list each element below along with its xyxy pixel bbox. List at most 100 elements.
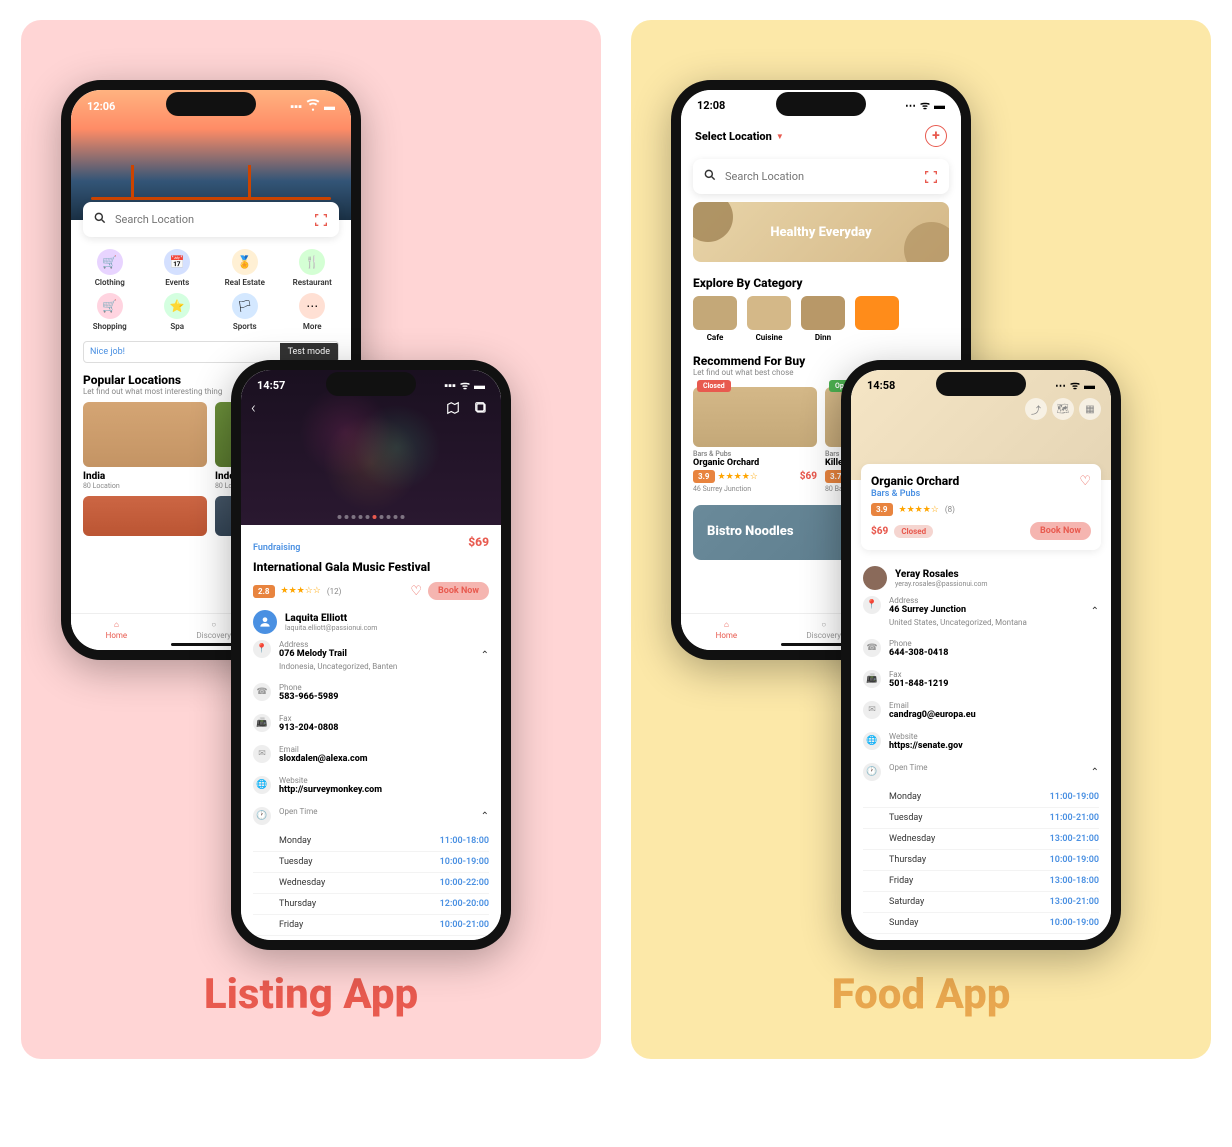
hours-row: Monday11:00-18:00 xyxy=(253,831,489,852)
review-count: (12) xyxy=(327,587,342,596)
detail-category: Fundraising xyxy=(253,543,300,553)
category-item[interactable]: 🍴Restaurant xyxy=(282,249,344,287)
hours-row: Monday11:00-19:00 xyxy=(863,787,1099,808)
book-now-button[interactable]: Book Now xyxy=(428,582,489,600)
tab-home[interactable]: ⌂Home xyxy=(716,620,738,640)
globe-icon: 🌐 xyxy=(253,776,271,794)
tab-discovery[interactable]: ○Discovery xyxy=(196,620,231,640)
book-now-button[interactable]: Book Now xyxy=(1030,522,1091,540)
search-input[interactable] xyxy=(725,170,915,183)
rating-badge: 3.9 xyxy=(871,503,893,516)
website-value: http://surveymonkey.com xyxy=(279,785,382,795)
chevron-up-icon[interactable]: ⌃ xyxy=(481,811,489,822)
select-location-button[interactable]: Select Location ▼ xyxy=(695,130,784,143)
pin-icon: 📍 xyxy=(253,640,271,658)
search-bar[interactable] xyxy=(693,159,949,194)
hours-row: Thursday10:00-19:00 xyxy=(863,850,1099,871)
back-button[interactable]: ‹ xyxy=(251,398,256,417)
food-app-card: 12:08 ⋯ ᯤ ▬ Select Location ▼ + xyxy=(631,20,1211,1059)
hours-row: Wednesday10:00-22:00 xyxy=(253,873,489,894)
fax-value: 913-204-0808 xyxy=(279,723,339,733)
fax-icon: 📠 xyxy=(863,670,881,688)
category-item[interactable]: 📅Events xyxy=(147,249,209,287)
author-name: Laquita Elliott xyxy=(285,613,377,624)
phone-listing-detail: 14:57 ➤ ▪▪▪ ᯤ ▬ ‹ xyxy=(231,360,511,950)
author-name: Yeray Rosales xyxy=(895,569,988,580)
food-title: Organic Orchard xyxy=(871,474,959,488)
author-avatar[interactable] xyxy=(863,566,887,590)
add-button[interactable]: + xyxy=(925,125,947,147)
star-icons: ★★★★☆ xyxy=(899,505,939,515)
category-item[interactable]: ⭐Spa xyxy=(147,293,209,331)
chevron-up-icon[interactable]: ⌃ xyxy=(1091,767,1099,778)
promo-banner[interactable]: Healthy Everyday xyxy=(693,202,949,262)
rating-badge: 2.8 xyxy=(253,585,275,598)
chevron-up-icon[interactable]: ⌃ xyxy=(481,650,489,661)
scan-icon[interactable] xyxy=(923,169,939,185)
location-thumb[interactable] xyxy=(83,496,207,536)
pin-icon: 📍 xyxy=(863,596,881,614)
gallery-icon[interactable] xyxy=(471,398,491,418)
explore-title: Explore By Category xyxy=(681,270,961,290)
recommend-card[interactable]: ClosedBars & PubsOrganic Orchard3.9★★★★☆… xyxy=(693,387,817,493)
category-item[interactable]: 🏳Sports xyxy=(214,293,276,331)
author-email: yeray.rosales@passionui.com xyxy=(895,580,988,588)
search-bar[interactable] xyxy=(83,202,339,237)
hours-row: Friday13:00-18:00 xyxy=(863,871,1099,892)
hours-row: Friday10:00-21:00 xyxy=(253,915,489,936)
food-category-row: CafeCuisineDinn xyxy=(681,290,961,348)
phone-food-detail: 14:58 ➤ ⋯ ᯤ ▬ ⤴ 🗺 ▦ xyxy=(841,360,1121,950)
card-title-listing: Listing App xyxy=(51,970,571,1019)
fax-value: 501-848-1219 xyxy=(889,679,949,689)
author-email: laquita.elliott@passionui.com xyxy=(285,624,377,632)
phone-value: 583-966-5989 xyxy=(279,692,339,702)
favorite-button[interactable]: ♡ xyxy=(1079,474,1091,489)
gallery-icon[interactable]: ▦ xyxy=(1079,398,1101,420)
hours-row: Sunday10:00-19:00 xyxy=(863,913,1099,934)
category-item[interactable]: ⋯More xyxy=(282,293,344,331)
clock-icon: 🕐 xyxy=(253,807,271,825)
category-item[interactable]: 🏅Real Estate xyxy=(214,249,276,287)
chevron-up-icon[interactable]: ⌃ xyxy=(1091,606,1099,617)
category-grid: 🛒Clothing📅Events🏅Real Estate🍴Restaurant 🛒… xyxy=(71,237,351,337)
battery-icon: ▬ xyxy=(1084,379,1095,392)
food-category-item[interactable] xyxy=(855,296,899,342)
email-value: sloxdalen@alexa.com xyxy=(279,754,368,764)
phone-icon: ☎ xyxy=(253,683,271,701)
signal-icon: ▪▪▪ xyxy=(290,100,302,113)
listing-app-card: 12:06 ➤ ▪▪▪ ▬ xyxy=(21,20,601,1059)
food-category-item[interactable]: Dinn xyxy=(801,296,845,342)
favorite-button[interactable]: ♡ xyxy=(410,584,422,599)
signal-icon: ⋯ xyxy=(1055,379,1066,392)
battery-icon: ▬ xyxy=(934,99,945,112)
globe-icon: 🌐 xyxy=(863,732,881,750)
location-card[interactable]: India80 Location xyxy=(83,402,207,490)
search-input[interactable] xyxy=(115,213,305,226)
detail-title: International Gala Music Festival xyxy=(253,560,489,574)
card-title-food: Food App xyxy=(661,970,1181,1019)
hours-row: Tuesday11:00-21:00 xyxy=(863,808,1099,829)
food-category: Bars & Pubs xyxy=(871,489,1091,499)
status-time: 14:58 xyxy=(867,379,895,392)
category-item[interactable]: 🛒Clothing xyxy=(79,249,141,287)
status-time: 12:06 xyxy=(87,100,115,113)
address-value: 46 Surrey Junction xyxy=(889,605,1027,615)
review-count: (8) xyxy=(945,505,955,514)
food-category-item[interactable]: Cuisine xyxy=(747,296,791,342)
author-avatar[interactable] xyxy=(253,610,277,634)
detail-price: $69 xyxy=(468,535,489,549)
website-value: https://senate.gov xyxy=(889,741,963,751)
map-icon[interactable]: 🗺 xyxy=(1052,398,1074,420)
email-value: candrag0@europa.eu xyxy=(889,710,976,720)
tab-home[interactable]: ⌂Home xyxy=(106,620,128,640)
share-icon[interactable]: ⤴ xyxy=(1025,398,1047,420)
signal-icon: ⋯ xyxy=(905,99,916,112)
scan-icon[interactable] xyxy=(313,212,329,228)
wifi-icon: ᯤ xyxy=(1070,378,1080,393)
chevron-down-icon: ▼ xyxy=(776,132,784,141)
category-item[interactable]: 🛒Shopping xyxy=(79,293,141,331)
map-icon[interactable] xyxy=(443,398,463,418)
food-category-item[interactable]: Cafe xyxy=(693,296,737,342)
search-icon xyxy=(93,210,107,229)
tab-discovery[interactable]: ○Discovery xyxy=(806,620,841,640)
